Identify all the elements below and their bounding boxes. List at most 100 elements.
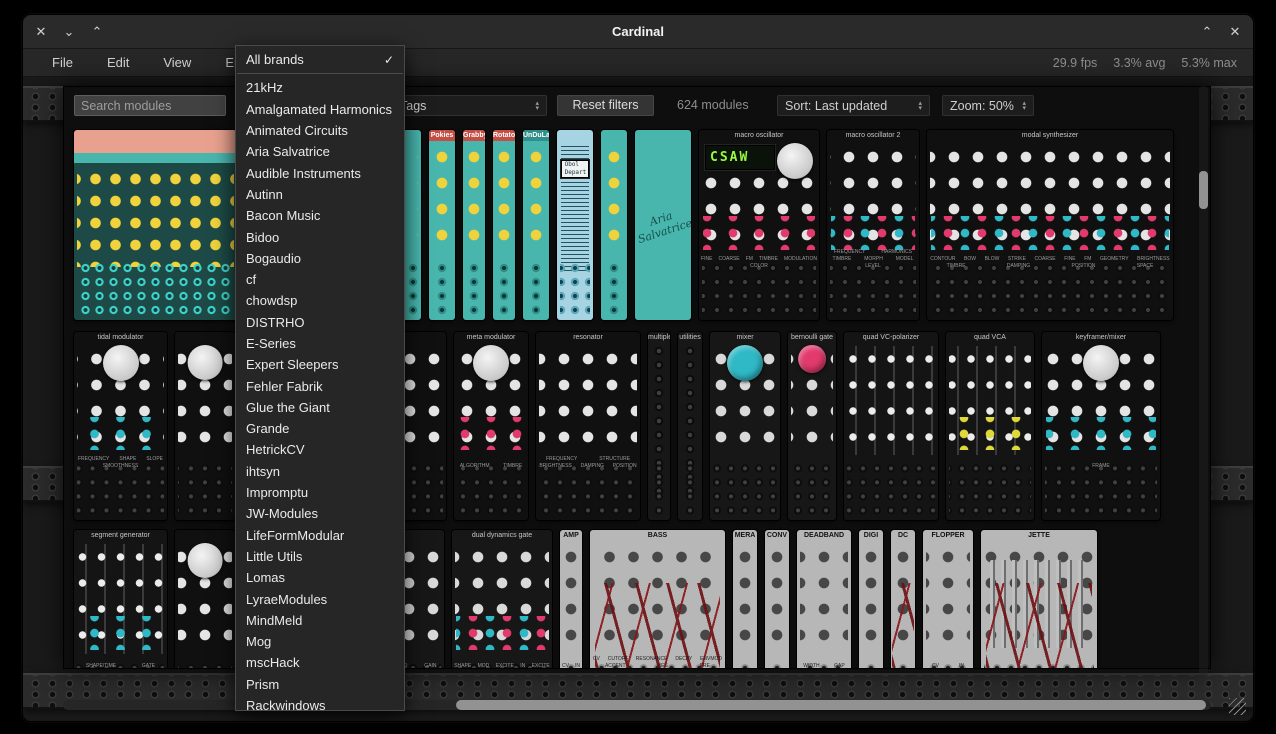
brand-option-cf[interactable]: cf <box>236 269 404 290</box>
module-label: FINE <box>1064 256 1075 262</box>
module-segment-generator[interactable]: SHAPE/TIMEGATEsegment generator <box>74 530 167 669</box>
module-meta-modulator[interactable]: ALGORITHMTIMBREmeta modulator <box>454 332 528 520</box>
module-label: ALGORITHM <box>460 463 490 469</box>
module-utilities[interactable]: utilities <box>678 332 702 520</box>
module-flopper[interactable]: CVINFLOPPER <box>923 530 973 669</box>
module-mera[interactable]: MERA <box>733 530 757 669</box>
brand-option-mschack[interactable]: mscHack <box>236 652 404 673</box>
brand-option-bogaudio[interactable]: Bogaudio <box>236 248 404 269</box>
titlebar[interactable]: ✕⌄⌃ Cardinal ⌃✕ <box>23 15 1253 49</box>
module-bass[interactable]: CVCUTOFFRESONANCEDECAYENVMODACCENTRESPRE… <box>590 530 725 669</box>
brand-option-prism[interactable]: Prism <box>236 674 404 695</box>
module-panel[interactable] <box>175 332 235 520</box>
brand-option-jw-modules[interactable]: JW-Modules <box>236 503 404 524</box>
module-title: DEADBAND <box>797 531 851 541</box>
knob <box>103 345 139 381</box>
module-panel[interactable] <box>601 130 627 320</box>
brand-option-lifeformmodular[interactable]: LifeFormModular <box>236 525 404 546</box>
menubar: FileEditViewEngineHelp 29.9 fps 3.3% avg… <box>23 49 1253 77</box>
brand-option-ihtsyn[interactable]: ihtsyn <box>236 461 404 482</box>
module-jette[interactable]: JETTE <box>981 530 1097 669</box>
module-keyframer-mixer[interactable]: FRAMEkeyframer/mixer <box>1042 332 1160 520</box>
module-bernoulli-gate[interactable]: bernoulli gate <box>788 332 836 520</box>
brand-option-all-brands[interactable]: All brands✓ <box>236 49 404 70</box>
brand-option-hetrickcv[interactable]: HetrickCV <box>236 439 404 460</box>
module-quad-vc-polarizer[interactable]: quad VC-polarizer <box>844 332 938 520</box>
menu-file[interactable]: File <box>39 49 86 77</box>
module-label: FINE <box>701 256 712 262</box>
brand-option-autinn[interactable]: Autinn <box>236 184 404 205</box>
brand-option-bacon-music[interactable]: Bacon Music <box>236 205 404 226</box>
menu-edit[interactable]: Edit <box>94 49 142 77</box>
knob <box>188 543 223 578</box>
brand-option-impromptu[interactable]: Impromptu <box>236 482 404 503</box>
brand-option-mindmeld[interactable]: MindMeld <box>236 610 404 631</box>
brand-option-21khz[interactable]: 21kHz <box>236 77 404 98</box>
module-grabby[interactable]: Grabby <box>463 130 485 320</box>
brand-option-audible-instruments[interactable]: Audible Instruments <box>236 162 404 183</box>
module-panel[interactable]: Obol Depart <box>557 130 593 320</box>
module-title: meta modulator <box>454 333 528 343</box>
module-panel[interactable] <box>74 130 237 320</box>
brand-option-rackwindows[interactable]: Rackwindows <box>236 695 404 711</box>
brand-option-e-series[interactable]: E-Series <box>236 333 404 354</box>
module-label: FM <box>1084 256 1091 262</box>
keep-above-button[interactable]: ⌃ <box>1199 24 1215 40</box>
module-title: BASS <box>590 531 725 541</box>
module-dual-dynamics-gate[interactable]: SHAPEMODEXCITEINEXCITEdual dynamics gate <box>452 530 552 669</box>
module-deadband[interactable]: WIDTHGAPDEADBAND <box>797 530 851 669</box>
module-label: MOD <box>478 663 490 669</box>
module-title: utilities <box>678 333 702 343</box>
window-close-box-button[interactable]: ✕ <box>1227 24 1243 40</box>
vertical-scrollbar[interactable] <box>1199 86 1208 686</box>
brand-option-aria-salvatrice[interactable]: Aria Salvatrice <box>236 141 404 162</box>
brand-option-bidoo[interactable]: Bidoo <box>236 226 404 247</box>
brand-option-chowdsp[interactable]: chowdsp <box>236 290 404 311</box>
module-label: FM <box>746 256 753 262</box>
module-tidal-modulator[interactable]: FREQUENCYSHAPESLOPESMOOTHNESStidal modul… <box>74 332 167 520</box>
module-modal-synthesizer[interactable]: CONTOURBOWBLOWSTRIKECOARSEFINEFMGEOMETRY… <box>927 130 1173 320</box>
brand-option-grande[interactable]: Grande <box>236 418 404 439</box>
brand-option-animated-circuits[interactable]: Animated Circuits <box>236 120 404 141</box>
module-pokies[interactable]: Pokies <box>429 130 455 320</box>
module-label: GEOMETRY <box>1100 256 1129 262</box>
brand-option-little-utils[interactable]: Little Utils <box>236 546 404 567</box>
brand-option-lyraemodules[interactable]: LyraeModules <box>236 588 404 609</box>
module-macro-oscillator-2[interactable]: FREQUENCYHARMONICSTIMBREMORPHMODELLEVELm… <box>827 130 919 320</box>
module-panel <box>844 332 938 520</box>
module-label: SPACE <box>1137 263 1154 269</box>
vertical-scrollbar-thumb[interactable] <box>1199 171 1208 209</box>
module-panel[interactable]: Aria Salvatrice <box>635 130 691 320</box>
brand-option-lomas[interactable]: Lomas <box>236 567 404 588</box>
module-multiples[interactable]: multiples <box>648 332 670 520</box>
brand-option-expert-sleepers[interactable]: Expert Sleepers <box>236 354 404 375</box>
module-macro-oscillator[interactable]: CSAWFINECOARSEFMTIMBREMODULATIONCOLORmac… <box>699 130 819 320</box>
module-panel <box>429 130 455 320</box>
brand-option-mog[interactable]: Mog <box>236 631 404 652</box>
module-digi[interactable]: DIGI <box>859 530 883 669</box>
module-rotatoes[interactable]: Rotatoes <box>493 130 515 320</box>
module-quad-vca[interactable]: quad VCA <box>946 332 1034 520</box>
brand-option-label: ihtsyn <box>246 464 280 479</box>
module-panel[interactable] <box>175 530 235 669</box>
brand-option-amalgamated-harmonics[interactable]: Amalgamated Harmonics <box>236 99 404 120</box>
module-label: MORPH <box>864 256 883 262</box>
module-label: MODEL <box>896 256 914 262</box>
module-resonator[interactable]: FREQUENCYSTRUCTUREBRIGHTNESSDAMPINGPOSIT… <box>536 332 640 520</box>
module-label: GAIN <box>424 663 436 669</box>
resize-handle[interactable] <box>1229 698 1246 715</box>
brand-option-fehler-fabrik[interactable]: Fehler Fabrik <box>236 375 404 396</box>
module-label: COLOR <box>750 263 768 269</box>
horizontal-scrollbar-thumb[interactable] <box>456 700 1206 710</box>
menu-view[interactable]: View <box>150 49 204 77</box>
brand-option-distrho[interactable]: DISTRHO <box>236 312 404 333</box>
module-amp[interactable]: CVINAMP <box>560 530 582 669</box>
module-mixer[interactable]: mixer <box>710 332 780 520</box>
module-undular[interactable]: UnDuLaR <box>523 130 549 320</box>
brand-option-glue-the-giant[interactable]: Glue the Giant <box>236 397 404 418</box>
module-conv[interactable]: CONV <box>765 530 789 669</box>
brand-option-label: Rackwindows <box>246 698 325 711</box>
module-label: SLOPE <box>146 456 163 462</box>
module-label: FREQUENCY <box>78 456 109 462</box>
module-dc[interactable]: DC <box>891 530 915 669</box>
